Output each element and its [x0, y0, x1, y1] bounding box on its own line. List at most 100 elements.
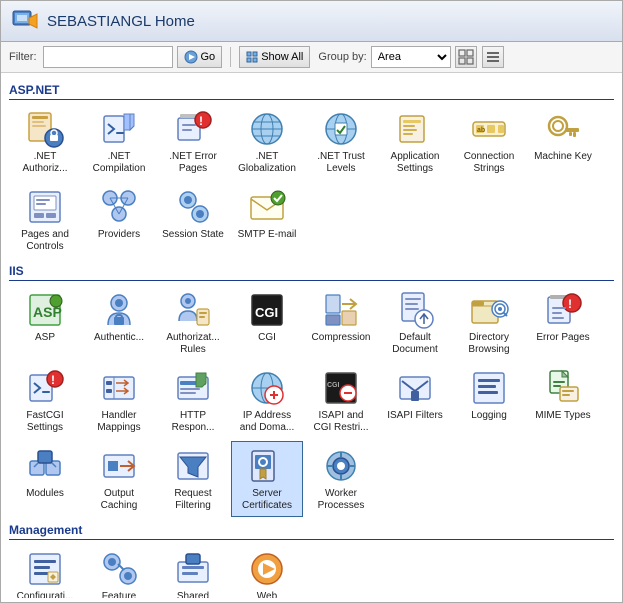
section-header-asp.net: ASP.NET	[9, 83, 614, 100]
icon-item-application-settings[interactable]: Application Settings	[379, 104, 451, 180]
icon-item-net-authorization[interactable]: .NET Authoriz...	[9, 104, 81, 180]
icon-label-net-trust-levels: .NET Trust Levels	[317, 151, 365, 175]
view-icon-2	[485, 49, 501, 65]
filter-input[interactable]	[43, 46, 173, 68]
group-by-select[interactable]: Area Category	[371, 46, 451, 68]
show-all-button[interactable]: Show All	[239, 46, 310, 68]
icon-label-connection-strings: Connection Strings	[464, 151, 515, 175]
icon-net-compile	[99, 109, 139, 149]
icon-isapi-cgi: CGI	[321, 368, 361, 408]
icon-item-cgi[interactable]: CGI CGI	[231, 285, 303, 361]
icon-http-response	[173, 368, 213, 408]
icon-label-output-caching: Output Caching	[101, 488, 138, 512]
icon-label-pages-controls: Pages and Controls	[21, 229, 69, 253]
icon-mime-types	[543, 368, 583, 408]
icon-item-feature-delegation[interactable]: Feature Delegation	[83, 544, 155, 598]
icon-net-error: !	[173, 109, 213, 149]
filter-label: Filter:	[9, 51, 37, 63]
svg-text:CGI: CGI	[255, 305, 278, 320]
icon-item-providers[interactable]: Providers	[83, 182, 155, 258]
icon-item-isapi-filters[interactable]: ISAPI Filters	[379, 363, 451, 439]
icon-label-handler-mappings: Handler Mappings	[97, 410, 140, 434]
svg-text:CGI: CGI	[327, 382, 340, 389]
icon-net-global	[247, 109, 287, 149]
icon-item-logging[interactable]: Logging	[453, 363, 525, 439]
icon-label-directory-browsing: Directory Browsing	[468, 332, 509, 356]
icon-label-asp: ASP	[35, 332, 55, 344]
icon-item-authorization-rules[interactable]: Authorizat... Rules	[157, 285, 229, 361]
icon-label-isapi-filters: ISAPI Filters	[387, 410, 443, 422]
icon-feature-deleg	[99, 549, 139, 589]
icon-item-modules[interactable]: Modules	[9, 441, 81, 517]
icon-authentication	[99, 290, 139, 330]
go-button[interactable]: Go	[177, 46, 223, 68]
icon-handler-map	[99, 368, 139, 408]
icon-item-handler-mappings[interactable]: Handler Mappings	[83, 363, 155, 439]
icon-item-fastcgi-settings[interactable]: ! FastCGI Settings	[9, 363, 81, 439]
icon-item-net-trust-levels[interactable]: .NET Trust Levels	[305, 104, 377, 180]
icon-default-doc	[395, 290, 435, 330]
icon-item-mime-types[interactable]: MIME Types	[527, 363, 599, 439]
icon-item-http-response[interactable]: HTTP Respon...	[157, 363, 229, 439]
icon-logging	[469, 368, 509, 408]
icon-cgi: CGI	[247, 290, 287, 330]
icon-item-authentication[interactable]: Authentic...	[83, 285, 155, 361]
icon-item-configuration-editor[interactable]: Configurati... Editor	[9, 544, 81, 598]
icon-item-net-globalization[interactable]: .NET Globalization	[231, 104, 303, 180]
section-grid-asp.net: .NET Authoriz... .NET Compilation ! .NET…	[9, 104, 614, 258]
icon-item-request-filtering[interactable]: Request Filtering	[157, 441, 229, 517]
icon-item-default-document[interactable]: Default Document	[379, 285, 451, 361]
icon-isapi-filters	[395, 368, 435, 408]
section-header-iis: IIS	[9, 264, 614, 281]
view-button-2[interactable]	[482, 46, 504, 68]
icon-item-error-pages[interactable]: ! Error Pages	[527, 285, 599, 361]
icon-item-output-caching[interactable]: Output Caching	[83, 441, 155, 517]
icon-fastcgi: !	[25, 368, 65, 408]
icon-item-web-platform[interactable]: Web Platfor...	[231, 544, 303, 598]
icon-config-editor	[25, 549, 65, 589]
section-grid-iis: ASP ASP Authentic... Authorizat... Rules…	[9, 285, 614, 517]
icon-item-machine-key[interactable]: Machine Key	[527, 104, 599, 180]
icon-item-compression[interactable]: Compression	[305, 285, 377, 361]
icon-conn-strings: ab	[469, 109, 509, 149]
icon-item-net-error-pages[interactable]: ! .NET Error Pages	[157, 104, 229, 180]
icon-server-certs	[247, 446, 287, 486]
icon-label-net-compilation: .NET Compilation	[93, 151, 146, 175]
icon-label-providers: Providers	[98, 229, 140, 241]
icon-item-worker-processes[interactable]: Worker Processes	[305, 441, 377, 517]
section-header-management: Management	[9, 523, 614, 540]
icon-item-ip-address[interactable]: IP Address and Doma...	[231, 363, 303, 439]
icon-item-net-compilation[interactable]: .NET Compilation	[83, 104, 155, 180]
icon-label-application-settings: Application Settings	[391, 151, 440, 175]
icon-item-server-certificates[interactable]: Server Certificates	[231, 441, 303, 517]
icon-smtp-email	[247, 187, 287, 227]
show-all-label: Show All	[261, 51, 303, 63]
icon-item-connection-strings[interactable]: ab Connection Strings	[453, 104, 525, 180]
icon-session-state	[173, 187, 213, 227]
icon-item-session-state[interactable]: Session State	[157, 182, 229, 258]
icon-label-smtp-email: SMTP E-mail	[238, 229, 297, 241]
icon-providers	[99, 187, 139, 227]
view-button[interactable]	[455, 46, 477, 68]
icon-label-shared-configuration: Shared Configurat...	[166, 591, 220, 598]
icon-item-directory-browsing[interactable]: Directory Browsing	[453, 285, 525, 361]
icon-net-trust	[321, 109, 361, 149]
icon-label-net-authorization: .NET Authoriz...	[22, 151, 67, 175]
icon-dir-browsing	[469, 290, 509, 330]
icon-shared-config	[173, 549, 213, 589]
icon-label-default-document: Default Document	[392, 332, 438, 356]
icon-item-pages-controls[interactable]: Pages and Controls	[9, 182, 81, 258]
toolbar-separator	[230, 47, 231, 67]
icon-worker-processes	[321, 446, 361, 486]
icon-output-cache	[99, 446, 139, 486]
icon-item-asp[interactable]: ASP ASP	[9, 285, 81, 361]
icon-label-worker-processes: Worker Processes	[318, 488, 365, 512]
icon-label-fastcgi-settings: FastCGI Settings	[26, 410, 63, 434]
icon-item-shared-configuration[interactable]: Shared Configurat...	[157, 544, 229, 598]
show-all-icon	[246, 51, 258, 63]
icon-item-isapi-cgi[interactable]: CGI ISAPI and CGI Restri...	[305, 363, 377, 439]
toolbar: Filter: Go Show All Group by: Area Categ…	[1, 42, 622, 73]
section-grid-management: Configurati... Editor Feature Delegation…	[9, 544, 614, 598]
main-content: ASP.NET .NET Authoriz... .NET Compilatio…	[1, 73, 622, 598]
icon-item-smtp-email[interactable]: SMTP E-mail	[231, 182, 303, 258]
